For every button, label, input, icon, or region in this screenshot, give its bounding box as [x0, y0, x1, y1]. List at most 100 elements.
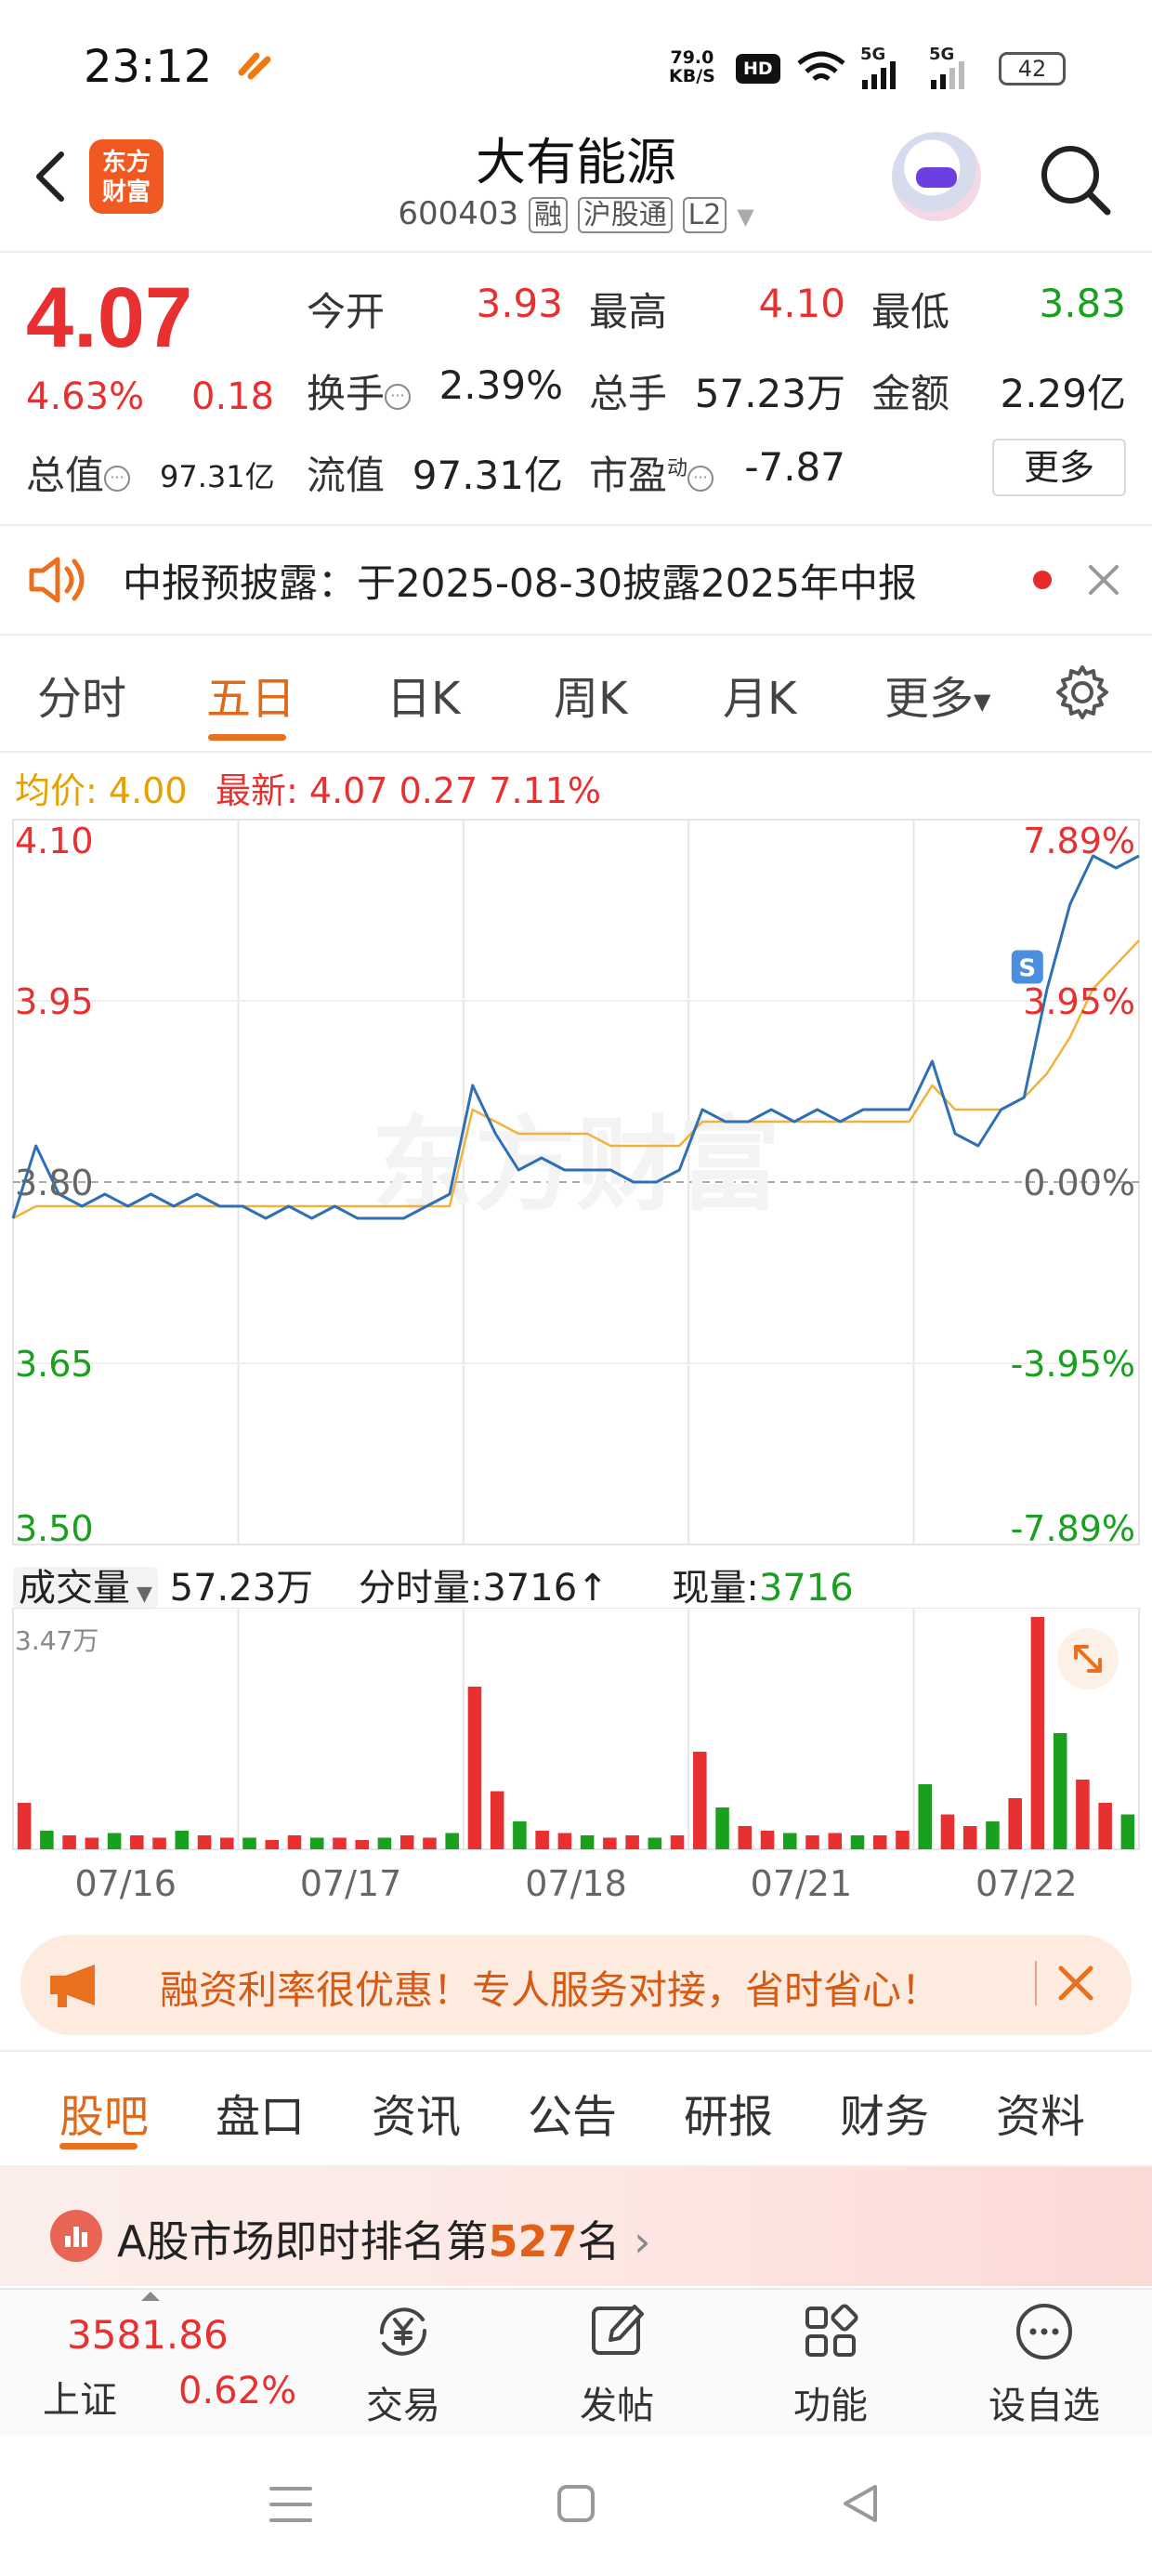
- net-speed-value: 79.0: [670, 47, 714, 68]
- y-axis-right-label: 7.89%: [1023, 821, 1135, 861]
- volume-bar: [107, 1833, 122, 1849]
- nav-post-label: 发帖: [580, 2385, 654, 2427]
- y-axis-right-label: -3.95%: [1011, 1344, 1135, 1385]
- volume-bar: [896, 1831, 910, 1849]
- volume-bar: [333, 1837, 347, 1849]
- y-axis-right-label: 0.00%: [1023, 1163, 1135, 1203]
- volume-selector[interactable]: 成交量 ▼: [13, 1567, 158, 1610]
- yen-exchange-icon: [379, 2307, 427, 2356]
- volume-bar: [783, 1833, 797, 1849]
- turnover-value: 2.39%: [439, 362, 563, 408]
- notice-text: 中报预披露：于2025-08-30披露2025年中报: [123, 560, 917, 606]
- more-button[interactable]: 更多: [992, 439, 1126, 496]
- tick-volume-label: 分时量:: [358, 1567, 483, 1610]
- volume-bar: [467, 1687, 482, 1849]
- amount-value: 2.29亿: [1000, 371, 1126, 416]
- nav-add-watchlist[interactable]: 设自选: [951, 2299, 1137, 2429]
- tab-profile[interactable]: 资料: [996, 2080, 1085, 2145]
- tab-research[interactable]: 研报: [684, 2080, 773, 2145]
- x-axis-date-label: 07/17: [300, 1863, 402, 1904]
- back-arrow-icon[interactable]: [24, 139, 80, 214]
- search-icon[interactable]: [1033, 138, 1117, 221]
- index-value[interactable]: 3581.86: [67, 2312, 229, 2358]
- speaker-icon: [29, 557, 85, 603]
- mktcap-label: 总值 ···: [26, 444, 131, 501]
- volume-bar: [986, 1821, 1000, 1849]
- volume-bar: [40, 1831, 54, 1849]
- nav-functions[interactable]: 功能: [738, 2299, 923, 2429]
- volume-bar: [85, 1837, 99, 1849]
- volume-frame: [12, 1608, 1140, 1850]
- tab-five-day[interactable]: 五日: [206, 662, 295, 727]
- info-dots-icon[interactable]: ···: [385, 383, 412, 410]
- back-triangle-icon[interactable]: [838, 2481, 881, 2526]
- stock-code-row[interactable]: 600403 融 沪股通 L2 ▼: [353, 191, 799, 233]
- more-dots-icon: [1016, 2304, 1072, 2359]
- arrow-up-icon: ↑: [577, 1567, 609, 1610]
- nav-trade[interactable]: 交易: [310, 2299, 496, 2429]
- volume-bar: [962, 1826, 977, 1849]
- tab-announcements[interactable]: 公告: [528, 2080, 617, 2145]
- close-icon[interactable]: [1083, 559, 1124, 600]
- volume-bar: [580, 1835, 595, 1849]
- home-icon[interactable]: [556, 2483, 596, 2524]
- logo-line-1: 东方: [101, 149, 151, 177]
- volume-bar: [377, 1837, 392, 1849]
- volume-selector-label: 成交量: [19, 1567, 130, 1610]
- volume-bar: [1008, 1798, 1022, 1849]
- open-label: 今开: [307, 289, 386, 335]
- volume-label: 总手: [589, 371, 668, 416]
- avg-price-value: 4.00: [108, 770, 188, 811]
- section-divider: [0, 2050, 1152, 2052]
- index-name: 上证: [43, 2379, 117, 2422]
- menu-icon[interactable]: [268, 2483, 314, 2526]
- volume-bar: [220, 1837, 234, 1849]
- pe-type: 动: [667, 457, 688, 480]
- volume-bar: [175, 1831, 190, 1849]
- volume-bar: [1098, 1803, 1112, 1849]
- volume-bar: [1053, 1733, 1067, 1849]
- tab-pankou[interactable]: 盘口: [216, 2080, 305, 2145]
- amount-label: 金额: [871, 371, 950, 416]
- low-value: 3.83: [1039, 281, 1126, 326]
- expand-icon[interactable]: [1057, 1628, 1119, 1689]
- l2-tag: L2: [682, 197, 727, 233]
- active-tab-underline: [208, 734, 286, 741]
- tab-more[interactable]: 更多▼: [884, 662, 990, 727]
- megaphone-icon: [50, 1965, 95, 2007]
- tab-guba[interactable]: 股吧: [59, 2080, 149, 2145]
- index-percent: 0.62%: [178, 2370, 297, 2412]
- five-day-price-chart[interactable]: 东方财富4.103.953.803.653.507.89%3.95%0.00%-…: [0, 816, 1152, 1550]
- y-axis-left-label: 3.50: [15, 1508, 94, 1549]
- x-axis-date-label: 07/18: [525, 1863, 627, 1904]
- rank-text: A股市场即时排名第527名 ›: [117, 2208, 651, 2269]
- volume-header: 成交量 ▼ 57.23万 分时量:3716↑ 现量:3716: [13, 1557, 1152, 1611]
- nav-add-watchlist-label: 设自选: [988, 2385, 1100, 2427]
- volume-total: 57.23万: [169, 1567, 314, 1610]
- x-axis-date-label: 07/16: [74, 1863, 177, 1904]
- turnover-label: 换手 ···: [307, 362, 412, 419]
- tab-finance[interactable]: 财务: [840, 2080, 929, 2145]
- close-icon[interactable]: [1055, 1963, 1096, 2004]
- caret-down-icon: ▼: [974, 689, 991, 715]
- rank-prefix: A股市场即时排名第: [117, 2216, 489, 2267]
- nav-post[interactable]: 发帖: [524, 2299, 710, 2429]
- volume-bar: [423, 1837, 437, 1849]
- margin-tag: 融: [528, 197, 568, 233]
- y-axis-left-label: 3.65: [15, 1344, 94, 1385]
- tab-intraday[interactable]: 分时: [37, 662, 126, 727]
- info-dots-icon[interactable]: ···: [687, 465, 714, 492]
- tab-monthly-k[interactable]: 月K: [723, 662, 796, 727]
- volume-bar: [557, 1833, 572, 1849]
- y-axis-left-label: 4.10: [15, 821, 94, 861]
- gear-icon[interactable]: [1054, 664, 1111, 721]
- tab-daily-k[interactable]: 日K: [386, 662, 460, 727]
- volume-chart[interactable]: 07/16 07/17 07/18 07/21 07/22: [0, 1608, 1152, 1914]
- battery-indicator: 42: [999, 52, 1066, 85]
- info-dots-icon[interactable]: ···: [104, 465, 131, 492]
- status-bar: 23:12 79.0 KB/S HD 5G 5G 42: [0, 0, 1152, 130]
- tab-news[interactable]: 资讯: [372, 2080, 461, 2145]
- tab-more-label: 更多: [884, 673, 975, 725]
- pe-label-text: 市盈: [589, 453, 668, 498]
- tab-weekly-k[interactable]: 周K: [554, 662, 627, 727]
